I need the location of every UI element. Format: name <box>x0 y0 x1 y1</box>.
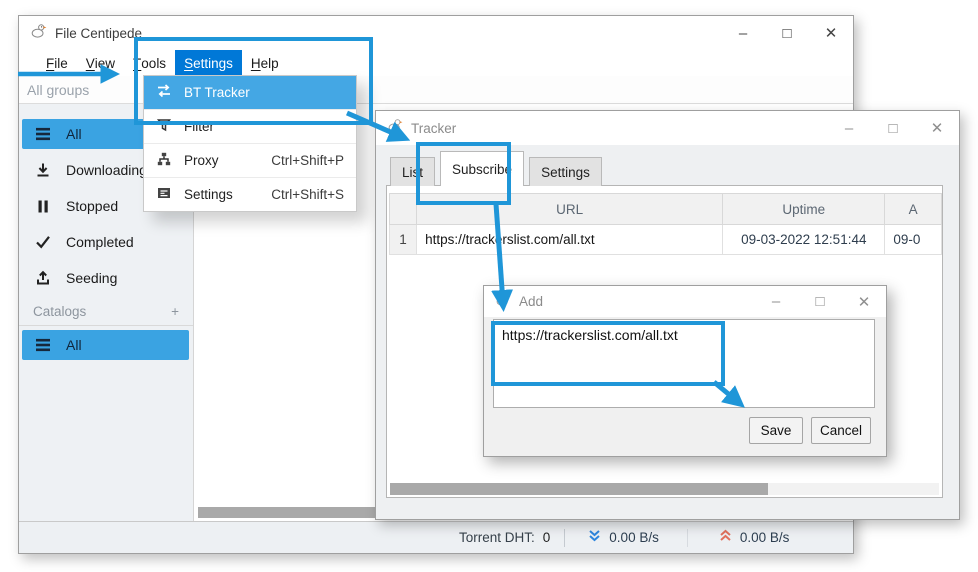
status-divider <box>564 529 565 547</box>
add-dialog: Add – □ ✕ https://trackerslist.com/all.t… <box>483 285 887 457</box>
minimize-icon[interactable]: – <box>721 16 765 50</box>
status-bar: Torrent DHT: 0 0.00 B/s 0.00 B/s <box>19 521 853 553</box>
row-url: https://trackerslist.com/all.txt <box>417 225 723 255</box>
app-duck-icon <box>388 118 403 138</box>
main-window-title: File Centipede <box>55 26 142 41</box>
menu-help[interactable]: Help <box>242 50 288 76</box>
col-header-num[interactable] <box>390 194 417 225</box>
table-header-row: URL Uptime A <box>390 194 942 225</box>
download-speed: 0.00 B/s <box>609 530 659 545</box>
app-duck-icon <box>496 292 511 312</box>
row-extra: 09-0 <box>885 225 942 255</box>
sidebar-item-seeding[interactable]: Seeding <box>22 263 189 293</box>
menu-view[interactable]: View <box>77 50 124 76</box>
maximize-icon[interactable]: □ <box>871 111 915 145</box>
upload-speed: 0.00 B/s <box>740 530 790 545</box>
tab-subscribe[interactable]: Subscribe <box>440 151 524 186</box>
tracker-titlebar: Tracker – □ ✕ <box>376 111 959 145</box>
maximize-icon[interactable]: □ <box>798 286 842 317</box>
menu-item-label: Filter <box>184 119 214 134</box>
menu-item-label: Proxy <box>184 153 219 168</box>
status-divider <box>687 529 688 547</box>
tracker-shuffle-icon <box>156 83 172 102</box>
main-titlebar: File Centipede – □ ✕ <box>19 16 853 50</box>
desktop: File Centipede – □ ✕ File View Tools Set… <box>0 0 978 572</box>
dht-value: 0 <box>543 530 551 545</box>
menu-item-shortcut: Ctrl+Shift+P <box>271 153 344 168</box>
row-uptime: 09-03-2022 12:51:44 <box>723 225 885 255</box>
close-icon[interactable]: ✕ <box>809 16 853 50</box>
sidebar-item-label: Completed <box>66 234 134 250</box>
upload-icon <box>34 270 51 287</box>
save-button[interactable]: Save <box>749 417 803 444</box>
add-dialog-titlebar: Add – □ ✕ <box>484 286 886 317</box>
app-duck-icon <box>31 23 47 44</box>
dht-label: Torrent DHT: <box>459 530 535 545</box>
col-header-extra[interactable]: A <box>885 194 942 225</box>
tab-settings[interactable]: Settings <box>529 157 602 186</box>
add-url-input[interactable]: https://trackerslist.com/all.txt <box>493 319 875 408</box>
groups-bar-label: All groups <box>27 82 89 98</box>
menu-item-filter[interactable]: Filter <box>144 110 356 143</box>
menu-item-settings[interactable]: Settings Ctrl+Shift+S <box>144 178 356 211</box>
sidebar-item-label: Stopped <box>66 198 118 214</box>
sidebar-item-label: All <box>66 126 82 142</box>
sidebar-divider <box>19 325 193 326</box>
download-chevron-icon <box>587 529 602 546</box>
check-icon <box>34 234 51 251</box>
settings-dropdown-menu: BT Tracker Filter Proxy Ctrl+Shift+P Set… <box>143 75 357 212</box>
menu-file[interactable]: File <box>37 50 77 76</box>
close-icon[interactable]: ✕ <box>915 111 959 145</box>
col-header-uptime[interactable]: Uptime <box>723 194 885 225</box>
menu-item-label: Settings <box>184 187 233 202</box>
tracker-tab-bar: List Subscribe Settings <box>390 152 602 186</box>
add-dialog-title: Add <box>519 294 543 309</box>
minimize-icon[interactable]: – <box>827 111 871 145</box>
sidebar-item-label: Downloading <box>66 162 147 178</box>
sidebar-item-completed[interactable]: Completed <box>22 227 189 257</box>
sidebar-item-label: All <box>66 337 82 353</box>
menu-item-label: BT Tracker <box>184 85 250 100</box>
menu-tools[interactable]: Tools <box>124 50 175 76</box>
download-icon <box>34 162 51 179</box>
proxy-network-icon <box>156 151 172 170</box>
pause-icon <box>34 198 51 215</box>
cancel-button[interactable]: Cancel <box>811 417 871 444</box>
catalogs-row: Catalogs + <box>19 299 193 323</box>
close-icon[interactable]: ✕ <box>842 286 886 317</box>
maximize-icon[interactable]: □ <box>765 16 809 50</box>
settings-list-icon <box>156 185 172 204</box>
hamburger-icon <box>34 126 51 143</box>
hamburger-icon <box>34 337 51 354</box>
horizontal-scrollbar-thumb[interactable] <box>390 483 768 495</box>
menu-item-shortcut: Ctrl+Shift+S <box>271 187 344 202</box>
menu-item-proxy[interactable]: Proxy Ctrl+Shift+P <box>144 144 356 177</box>
row-index: 1 <box>390 225 417 255</box>
sidebar-catalog-all[interactable]: All <box>22 330 189 360</box>
menu-settings[interactable]: Settings <box>175 50 242 76</box>
add-catalog-button[interactable]: + <box>171 304 179 319</box>
upload-chevron-icon <box>718 529 733 546</box>
col-header-url[interactable]: URL <box>417 194 723 225</box>
subscriptions-table: URL Uptime A 1 https://trackerslist.com/… <box>389 193 942 255</box>
menu-item-bt-tracker[interactable]: BT Tracker <box>144 76 356 109</box>
catalogs-label: Catalogs <box>33 304 86 319</box>
tab-list[interactable]: List <box>390 157 435 186</box>
menu-bar: File View Tools Settings Help <box>19 50 853 76</box>
filter-funnel-icon <box>156 117 172 136</box>
tracker-window-title: Tracker <box>411 121 456 136</box>
minimize-icon[interactable]: – <box>754 286 798 317</box>
horizontal-scrollbar-track[interactable] <box>390 483 939 495</box>
sidebar-item-label: Seeding <box>66 270 117 286</box>
table-row[interactable]: 1 https://trackerslist.com/all.txt 09-03… <box>390 225 942 255</box>
